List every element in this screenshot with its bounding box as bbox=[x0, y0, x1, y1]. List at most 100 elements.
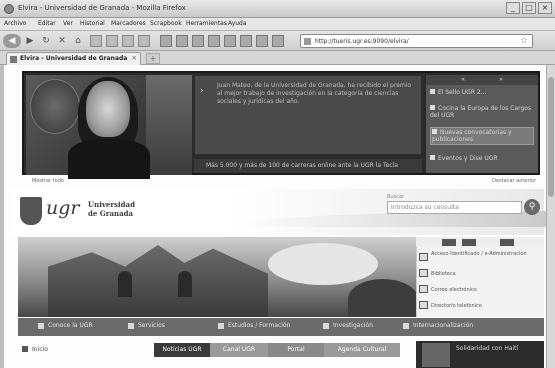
flag-uk-icon[interactable] bbox=[462, 239, 476, 246]
left-menu-item[interactable]: Inicio bbox=[32, 346, 48, 353]
quick-access-box: Acceso Identificado / e-Administración B… bbox=[416, 247, 544, 317]
tab-canal[interactable]: Canal UGR bbox=[210, 343, 268, 357]
addon-icon-5[interactable] bbox=[224, 35, 236, 47]
panel-item-1[interactable]: El Sello UGR 2... bbox=[430, 89, 534, 96]
window-titlebar: Elvira - Universidad de Granada - Mozill… bbox=[0, 0, 555, 18]
addon-icon-7[interactable] bbox=[256, 35, 268, 47]
paste-icon[interactable] bbox=[122, 35, 134, 47]
addon-icon-6[interactable] bbox=[240, 35, 252, 47]
quick-access-item[interactable]: Directorio telefónico bbox=[431, 303, 482, 309]
panel-nav[interactable]: « » bbox=[426, 75, 538, 85]
show-all-link[interactable]: Mostrar todo bbox=[32, 178, 64, 184]
cathedral-banner-image bbox=[18, 237, 416, 317]
addon-icon-3[interactable] bbox=[192, 35, 204, 47]
library-icon bbox=[419, 269, 428, 277]
addon-icon-1[interactable] bbox=[160, 35, 172, 47]
menu-archivo[interactable]: Archivo bbox=[4, 20, 26, 27]
featured-thumb[interactable]: Solidaridad con Haití bbox=[416, 341, 544, 368]
hero-photo bbox=[26, 75, 192, 179]
forward-button[interactable]: ▶ bbox=[24, 35, 36, 47]
vertical-scrollbar[interactable] bbox=[546, 65, 555, 368]
minimize-button[interactable]: _ bbox=[506, 2, 520, 14]
panel-item-4[interactable]: Eventos y Dise UGR bbox=[430, 155, 534, 162]
menu-herramientas[interactable]: Herramientas bbox=[186, 20, 227, 27]
scrollbar-thumb[interactable] bbox=[548, 77, 554, 197]
quick-access-item[interactable]: Correo electrónico bbox=[431, 287, 477, 293]
home-bullet-icon bbox=[22, 346, 28, 352]
left-column: Inicio bbox=[18, 341, 128, 368]
panel-item-3[interactable]: Nuevas convocatorias y publicaciones bbox=[430, 127, 534, 145]
hero-news-box[interactable]: › Juan Mateo, de la Universidad de Grana… bbox=[194, 75, 422, 155]
tab-favicon-icon bbox=[10, 56, 17, 63]
search-icon[interactable]: ⚲ bbox=[524, 199, 540, 215]
back-button[interactable]: ◀ bbox=[3, 34, 21, 48]
menu-ayuda[interactable]: Ayuda bbox=[228, 20, 247, 27]
url-bar[interactable]: http://tueris.ugr.es:9090/elvira/ ☆ bbox=[300, 34, 533, 48]
firefox-icon bbox=[4, 4, 14, 14]
tab-agenda[interactable]: Agenda Cultural bbox=[324, 343, 400, 357]
bookmark-star-icon[interactable]: ☆ bbox=[520, 36, 528, 46]
previous-link[interactable]: Destacar anterior bbox=[492, 178, 536, 184]
menu-editar[interactable]: Editar bbox=[38, 20, 56, 27]
navigation-toolbar: ◀ ▶ ↻ ✕ ⌂ http://tueris.ugr.es:9090/elvi… bbox=[0, 31, 555, 51]
search-label: Buscar bbox=[387, 194, 405, 200]
stop-button[interactable]: ✕ bbox=[56, 35, 68, 47]
menu-historial[interactable]: Historial bbox=[80, 20, 105, 27]
hero-news-footer[interactable]: Más 5.000 y más de 100 de carreras onlin… bbox=[194, 159, 422, 173]
nav-item[interactable]: Estudios / Formación bbox=[218, 322, 290, 329]
reload-button[interactable]: ↻ bbox=[40, 35, 52, 47]
cut-icon[interactable] bbox=[90, 35, 102, 47]
menu-bar: Archivo Editar Ver Historial Marcadores … bbox=[0, 18, 555, 31]
addon-icon-8[interactable] bbox=[272, 35, 284, 47]
menu-scrapbook[interactable]: Scrapbook bbox=[150, 20, 182, 27]
flag-es-icon[interactable] bbox=[442, 239, 456, 246]
print-icon[interactable] bbox=[138, 35, 150, 47]
nav-item[interactable]: Servicios bbox=[128, 322, 165, 329]
ugr-logo[interactable]: ugr bbox=[46, 197, 79, 219]
url-text[interactable]: http://tueris.ugr.es:9090/elvira/ bbox=[315, 38, 409, 45]
hero-news-footer-text: Más 5.000 y más de 100 de carreras onlin… bbox=[206, 162, 398, 169]
nav-item[interactable]: Internacionalización bbox=[403, 322, 473, 329]
search-input[interactable]: Introduzca su consulta bbox=[387, 201, 522, 214]
window-title: Elvira - Universidad de Granada - Mozill… bbox=[18, 4, 186, 12]
close-button[interactable]: × bbox=[538, 2, 552, 14]
hero-building bbox=[146, 75, 192, 175]
id-card-icon bbox=[419, 253, 428, 261]
tab-elvira[interactable]: Elvira - Universidad de Granada × bbox=[6, 52, 141, 65]
addon-icon-4[interactable] bbox=[208, 35, 220, 47]
page-content: › Juan Mateo, de la Universidad de Grana… bbox=[4, 65, 546, 368]
nav-item[interactable]: Conoce la UGR bbox=[38, 322, 93, 329]
menu-ver[interactable]: Ver bbox=[63, 20, 73, 27]
phone-directory-icon bbox=[419, 301, 428, 309]
banner-cloud bbox=[268, 243, 378, 285]
hero-news-text: Juan Mateo, de la Universidad de Granada… bbox=[217, 82, 412, 105]
tab-portal[interactable]: Portal bbox=[268, 343, 324, 357]
panel-item-2[interactable]: Cocina la Europa de los Cargos del UGR bbox=[430, 105, 534, 119]
quick-access-item[interactable]: Biblioteca bbox=[431, 271, 456, 277]
university-name: Universidad de Granada bbox=[88, 200, 135, 218]
banner-tree bbox=[348, 279, 416, 317]
tab-close-icon[interactable]: × bbox=[131, 54, 137, 62]
quick-access-item[interactable]: Acceso Identificado / e-Administración bbox=[431, 251, 527, 257]
maximize-button[interactable]: □ bbox=[522, 2, 536, 14]
new-tab-button[interactable]: + bbox=[146, 53, 160, 64]
language-selector bbox=[416, 237, 544, 247]
banner-window bbox=[118, 271, 132, 297]
featured-thumb-label: Solidaridad con Haití bbox=[456, 345, 519, 352]
tab-noticias[interactable]: Noticias UGR bbox=[154, 343, 210, 357]
person-body bbox=[68, 139, 150, 179]
menu-marcadores[interactable]: Marcadores bbox=[111, 20, 146, 27]
news-arrow-icon: › bbox=[200, 86, 204, 96]
addon-icon-2[interactable] bbox=[176, 35, 188, 47]
home-button[interactable]: ⌂ bbox=[72, 35, 84, 47]
copy-icon[interactable] bbox=[106, 35, 118, 47]
university-seal-image bbox=[30, 79, 80, 134]
nav-item[interactable]: Investigación bbox=[323, 322, 373, 329]
flag-fr-icon[interactable] bbox=[500, 239, 514, 246]
tab-bar: Elvira - Universidad de Granada × + bbox=[0, 51, 555, 65]
ugr-crest-icon bbox=[20, 197, 42, 225]
site-header: ugr Universidad de Granada Buscar Introdu… bbox=[12, 189, 546, 235]
tab-label: Elvira - Universidad de Granada bbox=[20, 55, 128, 62]
hero-carousel: › Juan Mateo, de la Universidad de Grana… bbox=[22, 71, 540, 179]
site-favicon-icon bbox=[304, 38, 311, 45]
